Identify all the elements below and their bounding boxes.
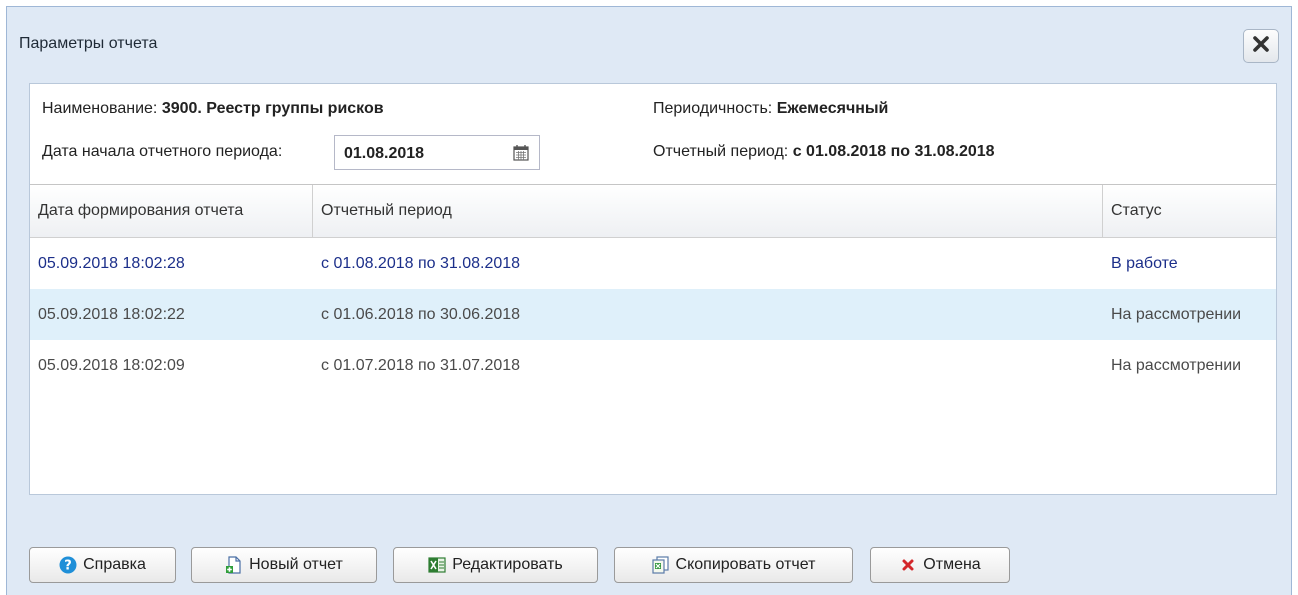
cancel-label: Отмена — [923, 556, 981, 573]
start-date-value[interactable]: 01.08.2018 — [344, 145, 424, 163]
svg-text:?: ? — [64, 559, 72, 574]
new-report-label: Новый отчет — [249, 556, 343, 573]
start-date-label: Дата начала отчетного периода: — [42, 143, 283, 160]
cell-date: 05.09.2018 18:02:09 — [38, 357, 185, 374]
help-label: Справка — [83, 556, 146, 573]
report-name-label: Наименование: — [42, 100, 158, 117]
calendar-button[interactable] — [503, 136, 539, 169]
grid-header: Дата формирования отчета Отчетный период… — [30, 185, 1276, 238]
close-icon — [1252, 35, 1270, 58]
calendar-icon — [513, 144, 529, 161]
copy-report-label: Скопировать отчет — [675, 556, 816, 573]
copy-report-button[interactable]: Скопировать отчет — [614, 547, 853, 583]
reporting-period-label: Отчетный период: — [653, 143, 789, 160]
periodicity-label: Периодичность: — [653, 100, 773, 117]
column-header-period[interactable]: Отчетный период — [313, 185, 1103, 237]
periodicity-value: Ежемесячный — [776, 100, 889, 117]
cell-date: 05.09.2018 18:02:22 — [38, 306, 185, 323]
periodicity: Периодичность: Ежемесячный — [653, 100, 888, 118]
cancel-button[interactable]: Отмена — [870, 547, 1010, 583]
cell-status: В работе — [1111, 255, 1178, 272]
help-icon: ? — [59, 556, 77, 574]
reports-grid: Дата формирования отчета Отчетный период… — [30, 184, 1276, 494]
column-header-date[interactable]: Дата формирования отчета — [30, 185, 313, 237]
table-row[interactable]: 05.09.2018 18:02:28 с 01.08.2018 по 31.0… — [30, 238, 1276, 289]
dialog-titlebar: Параметры отчета — [7, 7, 1291, 81]
new-report-button[interactable]: Новый отчет — [191, 547, 377, 583]
help-button[interactable]: ? Справка — [29, 547, 176, 583]
start-date-field[interactable]: 01.08.2018 — [334, 135, 540, 170]
report-parameters-dialog: Параметры отчета Наименование: 3900. Рее… — [6, 6, 1292, 595]
cell-period: с 01.06.2018 по 30.06.2018 — [321, 306, 521, 323]
dialog-title: Параметры отчета — [19, 35, 158, 52]
new-document-icon — [225, 556, 243, 574]
cell-status: На рассмотрении — [1111, 306, 1242, 323]
report-name-value: 3900. Реестр группы рисков — [161, 100, 384, 117]
cell-period: с 01.08.2018 по 31.08.2018 — [321, 255, 521, 272]
reporting-period: Отчетный период: с 01.08.2018 по 31.08.2… — [653, 143, 995, 161]
report-panel: Наименование: 3900. Реестр группы рисков… — [29, 83, 1277, 495]
report-name: Наименование: 3900. Реестр группы рисков — [42, 100, 384, 118]
cell-status: На рассмотрении — [1111, 357, 1242, 374]
cancel-icon — [899, 556, 917, 574]
edit-label: Редактировать — [452, 556, 563, 573]
table-row[interactable]: 05.09.2018 18:02:09 с 01.07.2018 по 31.0… — [30, 340, 1276, 391]
close-button[interactable] — [1243, 29, 1279, 63]
table-row[interactable]: 05.09.2018 18:02:22 с 01.06.2018 по 30.0… — [30, 289, 1276, 340]
column-header-status[interactable]: Статус — [1103, 185, 1276, 237]
copy-icon — [651, 556, 670, 574]
reporting-period-value: с 01.08.2018 по 31.08.2018 — [792, 143, 995, 160]
cell-period: с 01.07.2018 по 31.07.2018 — [321, 357, 521, 374]
excel-icon — [428, 556, 446, 574]
edit-button[interactable]: Редактировать — [393, 547, 598, 583]
cell-date: 05.09.2018 18:02:28 — [38, 255, 185, 272]
